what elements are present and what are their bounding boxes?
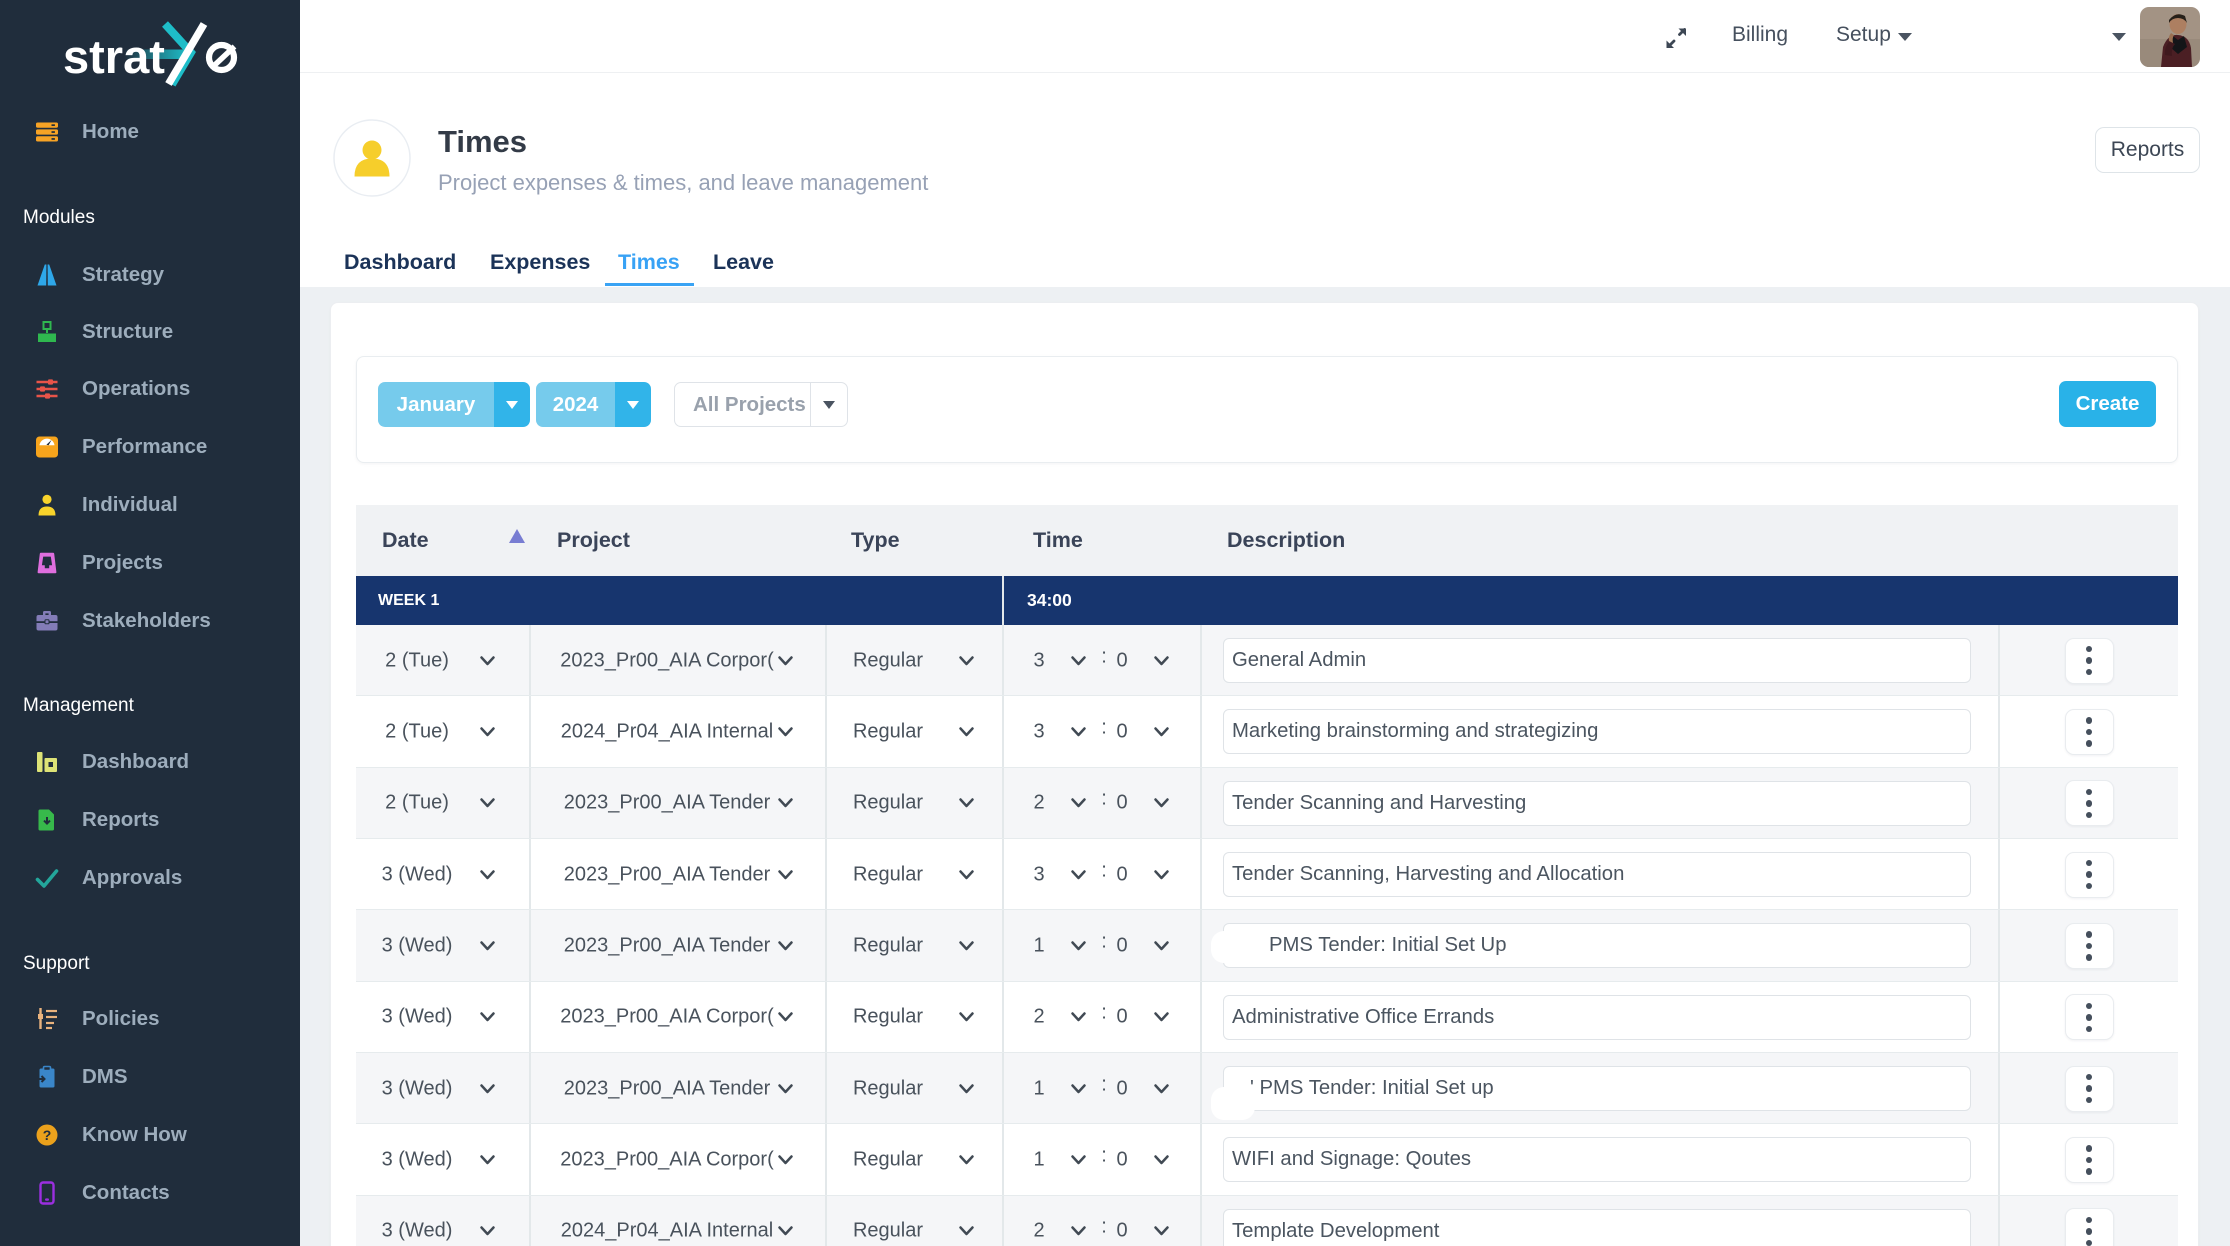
svg-text:strat: strat <box>63 30 165 83</box>
svg-text:?: ? <box>43 1127 52 1143</box>
